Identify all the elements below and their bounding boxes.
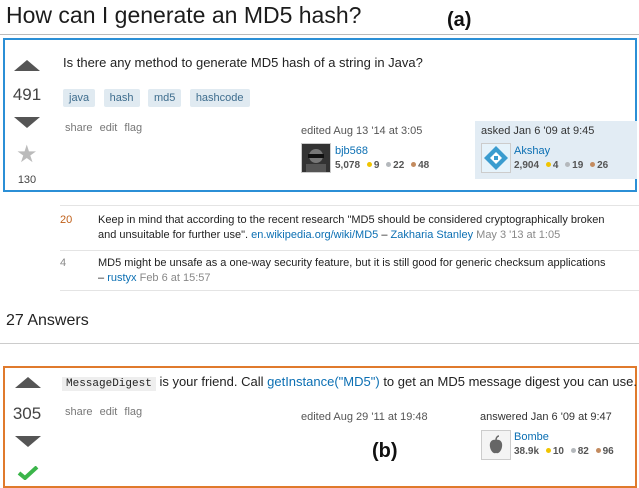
gold-badge-icon bbox=[545, 162, 551, 168]
editor-rep-value: 5,078 bbox=[335, 160, 361, 171]
question-edited-time[interactable]: edited Aug 13 '14 at 3:05 bbox=[301, 125, 422, 137]
answerer-silver-count: 82 bbox=[577, 446, 589, 457]
answerer-rep-value: 38.9k bbox=[514, 446, 540, 457]
editor-gold-count: 9 bbox=[373, 160, 380, 171]
question-menu: share edit flag bbox=[65, 122, 146, 134]
answer-body: MessageDigest is your friend. Call getIn… bbox=[62, 374, 637, 391]
answers-count-heading: 27 Answers bbox=[6, 312, 89, 329]
answered-time: answered Jan 6 '09 at 9:47 bbox=[480, 411, 612, 423]
comment-list-2: 4 MD5 might be unsafe as a one-way secur… bbox=[60, 205, 639, 289]
asker-bronze-count: 26 bbox=[597, 160, 609, 171]
user-avatar-icon bbox=[302, 144, 330, 172]
comment-score: 4 bbox=[60, 257, 67, 269]
editor-username[interactable]: bjb568 bbox=[335, 145, 368, 157]
tag-java[interactable]: java bbox=[63, 89, 96, 107]
editor-reputation: 5,078 9 22 48 bbox=[335, 160, 429, 171]
answer-text-part: is your friend. Call bbox=[159, 374, 264, 389]
avatar-bjb568[interactable] bbox=[301, 143, 331, 173]
share-link[interactable]: share bbox=[65, 122, 93, 134]
downvote-arrow-icon[interactable] bbox=[15, 436, 41, 447]
answerer-gold-count: 10 bbox=[552, 446, 564, 457]
asker-reputation: 2,904 4 19 26 bbox=[514, 160, 608, 171]
flag-link[interactable]: flag bbox=[124, 406, 142, 418]
asker-username[interactable]: Akshay bbox=[514, 145, 550, 157]
favorite-star-icon[interactable]: ★ bbox=[16, 143, 38, 167]
downvote-arrow-icon[interactable] bbox=[14, 117, 40, 128]
question-body: Is there any method to generate MD5 hash… bbox=[63, 55, 423, 70]
asker-silver-count: 19 bbox=[572, 160, 584, 171]
favorite-count: 130 bbox=[17, 174, 37, 186]
comment-divider bbox=[60, 290, 639, 291]
silver-badge-icon bbox=[570, 448, 576, 454]
question-asked-time: asked Jan 6 '09 at 9:45 bbox=[481, 125, 595, 137]
asker-rep-value: 2,904 bbox=[514, 160, 540, 171]
answer-menu: share edit flag bbox=[65, 406, 146, 418]
answer-link[interactable]: getInstance("MD5") bbox=[267, 374, 380, 389]
editor-bronze-count: 48 bbox=[418, 160, 430, 171]
silver-badge-icon bbox=[386, 162, 392, 168]
tag-list: java hash md5 hashcode bbox=[63, 88, 250, 107]
asker-gold-count: 4 bbox=[552, 160, 559, 171]
panel-label-b: (b) bbox=[372, 440, 398, 462]
upvote-arrow-icon[interactable] bbox=[14, 60, 40, 71]
comment-dash: – bbox=[98, 272, 105, 284]
tag-md5[interactable]: md5 bbox=[147, 89, 182, 107]
answerer-reputation: 38.9k 10 82 96 bbox=[514, 446, 614, 457]
answerer-username[interactable]: Bombe bbox=[514, 431, 549, 443]
question-vote-count: 491 bbox=[12, 85, 42, 104]
avatar-akshay[interactable] bbox=[481, 143, 511, 173]
comment-line: MD5 might be unsafe as a one-way securit… bbox=[98, 257, 606, 269]
identicon-icon bbox=[482, 144, 510, 172]
bronze-badge-icon bbox=[411, 162, 417, 168]
edit-link[interactable]: edit bbox=[100, 122, 118, 134]
editor-silver-count: 22 bbox=[393, 160, 405, 171]
tag-hash[interactable]: hash bbox=[103, 89, 140, 107]
upvote-arrow-icon[interactable] bbox=[15, 377, 41, 388]
answer-edited-time[interactable]: edited Aug 29 '11 at 19:48 bbox=[301, 411, 428, 423]
title-divider bbox=[0, 34, 639, 35]
tag-hashcode[interactable]: hashcode bbox=[189, 89, 250, 107]
accepted-check-icon bbox=[17, 466, 39, 480]
apple-logo-icon bbox=[482, 431, 510, 459]
bronze-badge-icon bbox=[595, 448, 601, 454]
silver-badge-icon bbox=[565, 162, 571, 168]
edit-link[interactable]: edit bbox=[100, 406, 118, 418]
answers-divider bbox=[0, 343, 639, 344]
answer-vote-count: 305 bbox=[12, 404, 42, 423]
answer-text-part-2: to get an MD5 message digest you can use… bbox=[383, 374, 637, 389]
gold-badge-icon bbox=[545, 448, 551, 454]
bronze-badge-icon bbox=[590, 162, 596, 168]
question-title[interactable]: How can I generate an MD5 hash? bbox=[6, 2, 361, 29]
comment-time[interactable]: Feb 6 at 15:57 bbox=[140, 272, 211, 284]
gold-badge-icon bbox=[366, 162, 372, 168]
answerer-bronze-count: 96 bbox=[602, 446, 614, 457]
share-link[interactable]: share bbox=[65, 406, 93, 418]
comment-line-2: – rustyx Feb 6 at 15:57 bbox=[98, 271, 639, 286]
code-snippet: MessageDigest bbox=[62, 377, 156, 391]
flag-link[interactable]: flag bbox=[124, 122, 142, 134]
avatar-bombe[interactable] bbox=[481, 430, 511, 460]
comment-text: MD5 might be unsafe as a one-way securit… bbox=[98, 256, 639, 286]
panel-label-a: (a) bbox=[447, 9, 472, 31]
comment-user[interactable]: rustyx bbox=[107, 272, 136, 284]
